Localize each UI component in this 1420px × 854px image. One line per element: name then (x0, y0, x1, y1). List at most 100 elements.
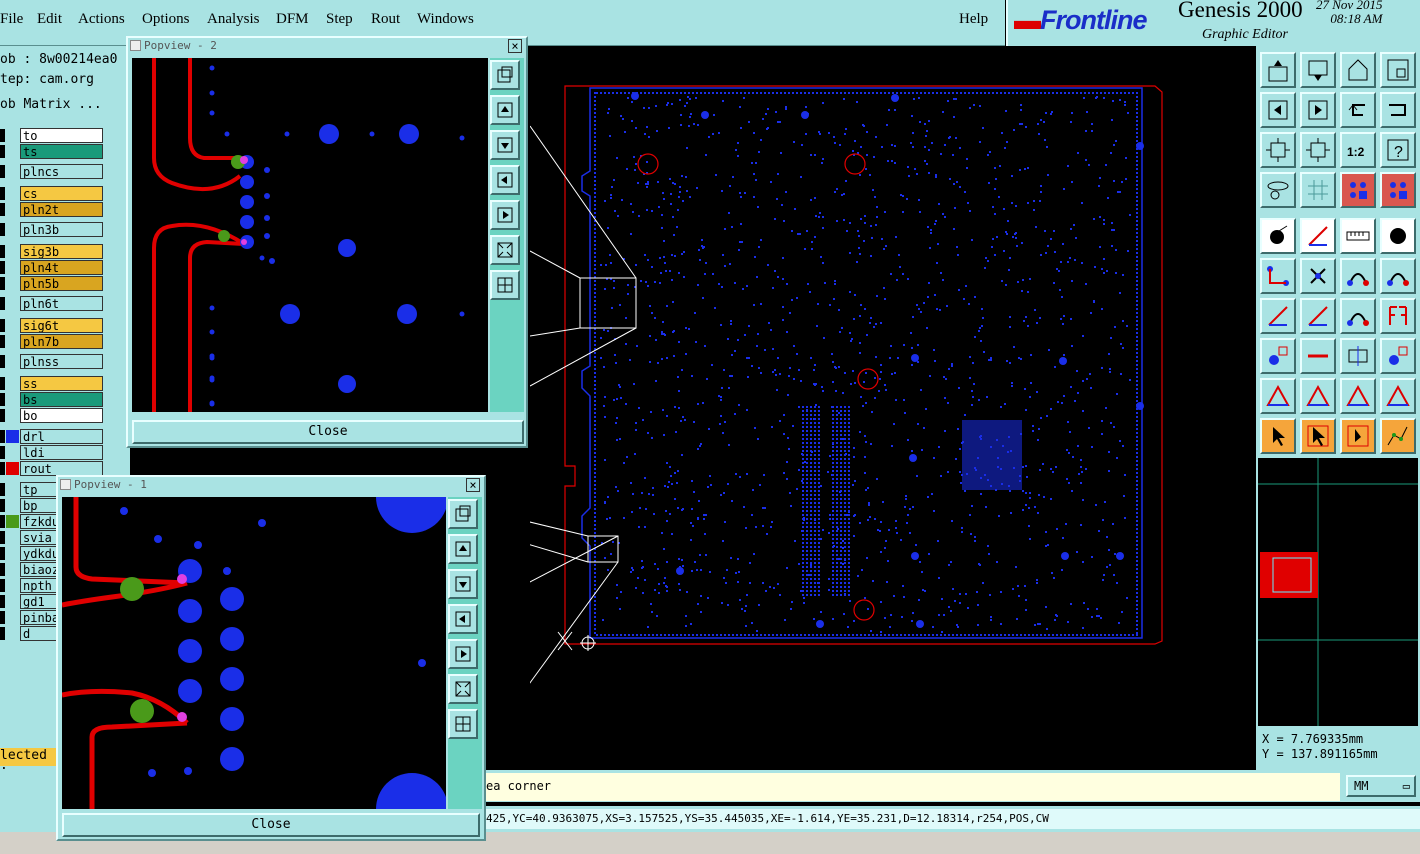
snap-red-button[interactable] (1340, 172, 1376, 208)
layer-checkbox[interactable] (0, 515, 5, 528)
arc-cw-button[interactable] (1340, 298, 1376, 334)
pointer-d-button[interactable] (1380, 418, 1416, 454)
menu-options[interactable]: Options (142, 11, 190, 28)
pop1-zoom-home-button[interactable] (448, 499, 478, 529)
pop1-pan-up-button[interactable] (448, 534, 478, 564)
pop2-zoom-out-button[interactable] (490, 235, 520, 265)
triangle-button[interactable] (1260, 378, 1296, 414)
layer-checkbox[interactable] (0, 446, 5, 459)
layer-row-ts[interactable]: ts (0, 144, 130, 159)
layer-checkbox[interactable] (0, 377, 5, 390)
layer-row-pln2t[interactable]: pln2t (0, 202, 130, 217)
pads-group-button[interactable] (1380, 338, 1416, 374)
layer-row-rout[interactable]: rout (0, 461, 130, 476)
layer-row-ss[interactable]: ss (0, 376, 130, 391)
layer-checkbox[interactable] (0, 335, 5, 348)
scale-1-2-button[interactable]: 1:2 (1340, 132, 1376, 168)
layer-checkbox[interactable] (0, 430, 5, 443)
grid-button[interactable] (1300, 172, 1336, 208)
menu-step[interactable]: Step (326, 11, 353, 28)
layer-row-pln5b[interactable]: pln5b (0, 276, 130, 291)
pop2-pan-up-button[interactable] (490, 95, 520, 125)
pad-add-button[interactable] (1260, 338, 1296, 374)
layer-row-ldi[interactable]: ldi (0, 445, 130, 460)
box-button[interactable] (1340, 338, 1376, 374)
layer-row-plncs[interactable]: plncs (0, 164, 130, 179)
pcb-board-view[interactable] (483, 46, 1256, 770)
menu-edit[interactable]: Edit (37, 11, 62, 28)
layer-checkbox[interactable] (0, 611, 5, 624)
layer-checkbox[interactable] (0, 579, 5, 592)
segment-button[interactable] (1300, 338, 1336, 374)
layer-checkbox[interactable] (0, 223, 5, 236)
pointer-button[interactable] (1260, 418, 1296, 454)
redo-button[interactable] (1380, 92, 1416, 128)
graphic-canvas[interactable] (483, 46, 1256, 770)
arc-button[interactable] (1340, 258, 1376, 294)
layer-checkbox[interactable] (0, 261, 5, 274)
layer-checkbox[interactable] (0, 547, 5, 560)
pop1-zoom-out-button[interactable] (448, 674, 478, 704)
layer-checkbox[interactable] (0, 627, 5, 640)
pan-right-button[interactable] (1300, 92, 1336, 128)
popview-1-close-button[interactable]: Close (62, 813, 480, 837)
triangle-b-button[interactable] (1340, 378, 1376, 414)
menu-dfm[interactable]: DFM (276, 11, 309, 28)
layer-checkbox[interactable] (0, 145, 5, 158)
layers-button[interactable] (1260, 172, 1296, 208)
layer-checkbox[interactable] (0, 393, 5, 406)
pan-left-button[interactable] (1260, 92, 1296, 128)
menu-actions[interactable]: Actions (78, 11, 125, 28)
arc2-button[interactable] (1380, 258, 1416, 294)
popview-2-close-icon[interactable]: × (508, 39, 522, 53)
home-button[interactable] (1340, 52, 1376, 88)
fit-window-button[interactable] (1380, 52, 1416, 88)
pop1-pan-down-button[interactable] (448, 569, 478, 599)
layer-checkbox[interactable] (0, 319, 5, 332)
popview-1-close-icon[interactable]: × (466, 478, 480, 492)
layer-checkbox[interactable] (0, 277, 5, 290)
layer-checkbox[interactable] (0, 462, 5, 475)
measure-button[interactable] (1340, 218, 1376, 254)
layer-row-bs[interactable]: bs (0, 392, 130, 407)
layer-checkbox[interactable] (0, 129, 5, 142)
connect-button[interactable] (1260, 258, 1296, 294)
layer-row-bo[interactable]: bo (0, 408, 130, 423)
layer-checkbox[interactable] (0, 409, 5, 422)
layer-row-pln3b[interactable]: pln3b (0, 222, 130, 237)
popview-1-titlebar[interactable]: Popview - 1 × (60, 478, 482, 494)
line-angle-button[interactable] (1260, 298, 1296, 334)
popview-2-titlebar[interactable]: Popview - 2 × (130, 39, 524, 55)
layer-row-plnss[interactable]: plnss (0, 354, 130, 369)
pop2-pan-right-button[interactable] (490, 200, 520, 230)
export-button[interactable] (1260, 52, 1296, 88)
undo-button[interactable] (1340, 92, 1376, 128)
pop2-zoom-home-button[interactable] (490, 60, 520, 90)
layer-checkbox[interactable] (0, 499, 5, 512)
help-button[interactable]: ? (1380, 132, 1416, 168)
triangle-a-button[interactable] (1300, 378, 1336, 414)
layer-checkbox[interactable] (0, 165, 5, 178)
pad-button[interactable] (1260, 218, 1296, 254)
pop2-pan-left-button[interactable] (490, 165, 520, 195)
popview-2-close-button[interactable]: Close (132, 420, 524, 444)
pop1-pan-right-button[interactable] (448, 639, 478, 669)
pop2-pan-down-button[interactable] (490, 130, 520, 160)
menu-help[interactable]: Help (959, 11, 988, 28)
overview-thumbnail[interactable] (1258, 458, 1418, 726)
split-button[interactable] (1380, 298, 1416, 334)
layer-row-sig3b[interactable]: sig3b (0, 244, 130, 259)
popview-2-view[interactable] (132, 58, 488, 412)
units-selector[interactable]: MM ▭ (1346, 775, 1416, 797)
layer-checkbox[interactable] (0, 187, 5, 200)
import-button[interactable] (1300, 52, 1336, 88)
popview-1-view[interactable] (61, 461, 448, 845)
layer-checkbox[interactable] (0, 563, 5, 576)
layer-checkbox[interactable] (0, 245, 5, 258)
layer-checkbox[interactable] (0, 203, 5, 216)
snap-red2-button[interactable] (1380, 172, 1416, 208)
menu-windows[interactable]: Windows (417, 11, 474, 28)
layer-checkbox[interactable] (0, 297, 5, 310)
layer-checkbox[interactable] (0, 531, 5, 544)
layer-row-pln4t[interactable]: pln4t (0, 260, 130, 275)
